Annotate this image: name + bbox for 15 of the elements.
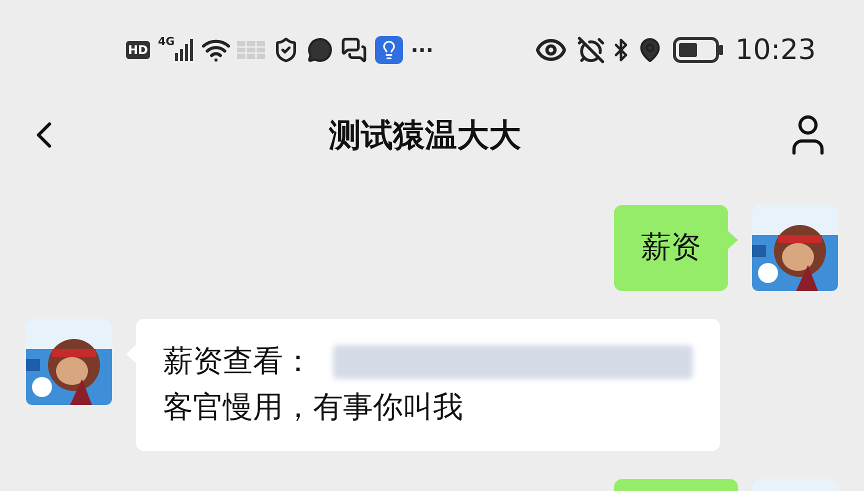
chat-title: 测试猿温大大 xyxy=(328,115,522,156)
alarm-off-icon xyxy=(577,36,606,64)
battery-icon xyxy=(673,37,724,63)
signal-icon xyxy=(174,39,193,61)
message-text: 薪资 xyxy=(641,229,701,267)
hd-badge: HD xyxy=(126,41,150,59)
clock-time: 10:23 xyxy=(735,32,816,68)
more-indicator: ··· xyxy=(410,37,434,64)
network-type: 4G xyxy=(158,34,175,50)
message-text: 薪资查看： xyxy=(163,343,313,381)
grid-icon xyxy=(236,39,265,61)
lightbulb-icon xyxy=(374,36,403,64)
message-text: 客官慢用，有事你叫我 xyxy=(163,389,463,427)
chat-icon xyxy=(306,37,333,63)
chat-bubbles-icon xyxy=(340,37,367,63)
